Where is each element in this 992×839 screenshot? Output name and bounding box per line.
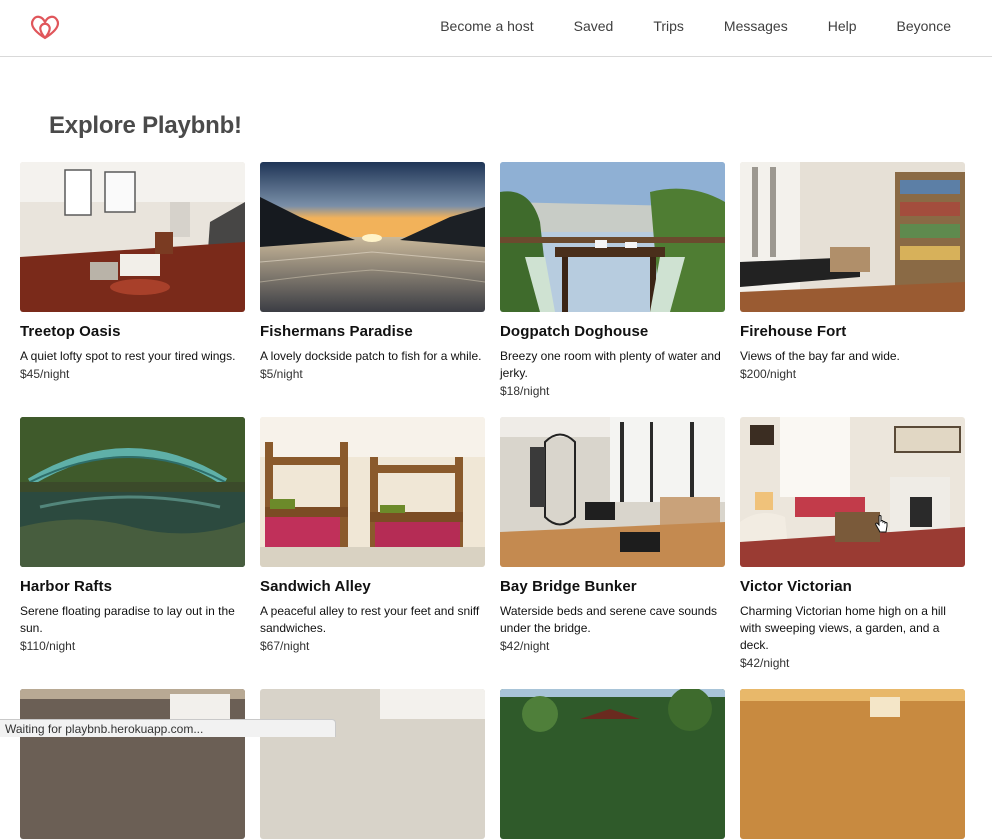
listing-photo[interactable] <box>20 689 245 839</box>
listing-card[interactable]: Bay Bridge Bunker Waterside beds and ser… <box>500 417 725 653</box>
listing-photo[interactable] <box>260 417 485 567</box>
listing-photo[interactable] <box>500 417 725 567</box>
browser-status-bar: Waiting for playbnb.herokuapp.com... <box>0 719 336 737</box>
listing-card-partial[interactable] <box>260 689 485 839</box>
listing-photo[interactable] <box>20 417 245 567</box>
listing-price: $5/night <box>260 367 303 381</box>
listing-name[interactable]: Dogpatch Doghouse <box>500 323 725 340</box>
listing-description: Waterside beds and serene cave sounds un… <box>500 604 718 635</box>
listing-name[interactable]: Treetop Oasis <box>20 323 245 340</box>
nav-become-host[interactable]: Become a host <box>440 18 533 34</box>
listing-description: Breezy one room with plenty of water and… <box>500 349 721 380</box>
listing-photo[interactable] <box>260 689 485 839</box>
listing-name[interactable]: Harbor Rafts <box>20 578 245 595</box>
top-navbar: Become a host Saved Trips Messages Help … <box>0 0 992 57</box>
listing-card[interactable]: Harbor Rafts Serene floating paradise to… <box>20 417 245 653</box>
listing-name[interactable]: Victor Victorian <box>740 578 965 595</box>
listing-price: $110/night <box>20 639 76 653</box>
listing-price: $18/night <box>500 384 550 398</box>
listing-description: Views of the bay far and wide. <box>740 349 900 363</box>
listing-card-partial[interactable] <box>740 689 965 839</box>
listing-name[interactable]: Bay Bridge Bunker <box>500 578 725 595</box>
listing-price: $45/night <box>20 367 70 381</box>
listing-card-partial[interactable] <box>500 689 725 839</box>
listing-photo[interactable] <box>500 162 725 312</box>
listing-photo[interactable] <box>20 162 245 312</box>
listing-card[interactable]: Victor Victorian Charming Victorian home… <box>740 417 965 670</box>
nav-user-menu[interactable]: Beyonce <box>897 18 951 34</box>
listing-photo[interactable] <box>260 162 485 312</box>
listing-card[interactable]: Fishermans Paradise A lovely dockside pa… <box>260 162 485 381</box>
nav-trips[interactable]: Trips <box>653 18 684 34</box>
listing-description: Serene floating paradise to lay out in t… <box>20 604 235 635</box>
listing-photo[interactable] <box>500 689 725 839</box>
airbnb-logo-icon[interactable] <box>28 11 62 41</box>
listing-description: A peaceful alley to rest your feet and s… <box>260 604 480 635</box>
listing-card[interactable]: Firehouse Fort Views of the bay far and … <box>740 162 965 381</box>
listing-card[interactable]: Treetop Oasis A quiet lofty spot to rest… <box>20 162 245 381</box>
listing-card[interactable]: Sandwich Alley A peaceful alley to rest … <box>260 417 485 653</box>
listing-card-partial[interactable] <box>20 689 245 839</box>
listing-name[interactable]: Sandwich Alley <box>260 578 485 595</box>
listing-name[interactable]: Fishermans Paradise <box>260 323 485 340</box>
listing-description: Charming Victorian home high on a hill w… <box>740 604 946 652</box>
listing-name[interactable]: Firehouse Fort <box>740 323 965 340</box>
nav-links: Become a host Saved Trips Messages Help … <box>440 0 992 52</box>
listing-photo[interactable] <box>740 162 965 312</box>
listing-description: A lovely dockside patch to fish for a wh… <box>260 349 482 363</box>
hand-cursor-icon <box>875 515 888 533</box>
nav-help[interactable]: Help <box>828 18 857 34</box>
listing-card[interactable]: Dogpatch Doghouse Breezy one room with p… <box>500 162 725 398</box>
listing-photo[interactable] <box>740 689 965 839</box>
listing-photo[interactable] <box>740 417 965 567</box>
listing-price: $42/night <box>740 656 790 670</box>
listing-description: A quiet lofty spot to rest your tired wi… <box>20 349 236 363</box>
listing-price: $67/night <box>260 639 310 653</box>
nav-messages[interactable]: Messages <box>724 18 788 34</box>
listing-price: $200/night <box>740 367 797 381</box>
nav-saved[interactable]: Saved <box>574 18 614 34</box>
listing-price: $42/night <box>500 639 550 653</box>
page-title: Explore Playbnb! <box>49 112 242 139</box>
